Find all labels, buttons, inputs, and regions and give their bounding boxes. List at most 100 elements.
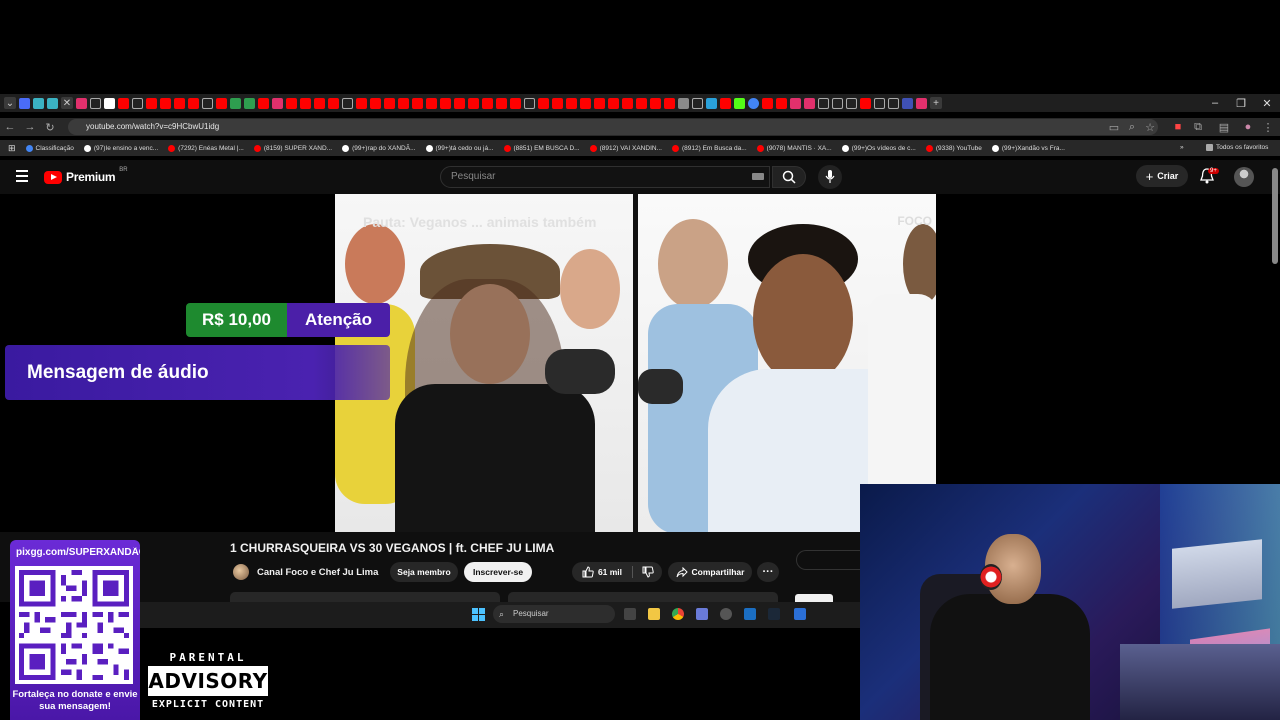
task-view-icon[interactable] — [624, 608, 636, 620]
channel-name[interactable]: Canal Foco e Chef Ju Lima — [257, 567, 378, 578]
video-player[interactable]: Pauta: Veganos ... animais também FOCO — [335, 194, 936, 532]
bookmark-item[interactable]: (9338) YouTube — [925, 144, 982, 152]
tab-favicon[interactable] — [706, 97, 717, 109]
bookmark-item[interactable]: (7292) Enéas Metal |... — [168, 144, 244, 152]
tab-favicon[interactable] — [216, 97, 227, 109]
channel-avatar[interactable] — [233, 564, 249, 580]
tab-favicon[interactable] — [454, 97, 465, 109]
voice-search-button[interactable] — [818, 165, 842, 189]
url-field[interactable]: youtube.com/watch?v=c9HCbwU1idg — [68, 119, 1158, 135]
tab-favicon[interactable] — [860, 97, 871, 109]
dislike-button[interactable] — [633, 562, 662, 582]
tab-favicon[interactable] — [356, 97, 367, 109]
share-button[interactable]: Compartilhar — [668, 562, 752, 582]
tab-favicon[interactable] — [104, 97, 115, 109]
tab-favicon[interactable] — [19, 97, 30, 109]
tab-favicon[interactable] — [566, 97, 577, 109]
sidebar-icon[interactable]: ▤ — [1214, 121, 1234, 134]
app-icon[interactable] — [696, 608, 708, 620]
tab-favicon[interactable] — [286, 97, 297, 109]
obs-icon[interactable] — [720, 608, 732, 620]
extensions-puzzle-icon[interactable]: ⧉ — [1188, 121, 1208, 134]
tab-favicon[interactable] — [888, 97, 899, 109]
tab-favicon[interactable] — [762, 97, 773, 109]
back-icon[interactable]: ← — [0, 121, 20, 133]
tab-favicon[interactable] — [370, 97, 381, 109]
tab-favicon[interactable] — [76, 97, 87, 109]
tab-favicon[interactable] — [664, 97, 675, 109]
tab-list-icon[interactable]: ⌄ — [4, 97, 16, 109]
bookmark-item[interactable]: (8912) VAI XANDIN... — [589, 144, 662, 152]
tab-favicon[interactable] — [720, 97, 731, 109]
windows-start-icon[interactable] — [472, 608, 485, 621]
tab-close-icon[interactable]: ✕ — [61, 97, 73, 109]
tab-favicon[interactable] — [538, 97, 549, 109]
new-tab-icon[interactable]: + — [930, 97, 942, 109]
bookmark-star-icon[interactable]: ☆ — [1140, 121, 1160, 134]
tab-favicon[interactable] — [47, 97, 58, 109]
tab-favicon[interactable] — [118, 97, 129, 109]
tab-favicon[interactable] — [440, 97, 451, 109]
steam-icon[interactable] — [768, 608, 780, 620]
tab-favicon[interactable] — [244, 97, 255, 109]
bookmark-item[interactable]: Classificação — [25, 144, 74, 152]
tab-favicon[interactable] — [496, 97, 507, 109]
tab-favicon[interactable] — [384, 97, 395, 109]
tab-favicon[interactable] — [33, 97, 44, 109]
tab-favicon[interactable] — [692, 97, 703, 109]
tab-favicon[interactable] — [874, 97, 885, 109]
tab-favicon[interactable] — [846, 97, 857, 109]
cast-icon[interactable]: ▭ — [1104, 121, 1124, 134]
tab-favicon[interactable] — [342, 97, 353, 109]
tab-favicon[interactable] — [314, 97, 325, 109]
tab-favicon[interactable] — [510, 97, 521, 109]
zoom-icon[interactable]: ⌕ — [1122, 121, 1142, 134]
tab-favicon[interactable] — [202, 97, 213, 109]
bookmarks-overflow-icon[interactable]: » — [1180, 144, 1184, 151]
menu-hamburger-icon[interactable] — [16, 170, 28, 184]
tab-favicon[interactable] — [678, 97, 689, 109]
profile-icon[interactable]: ● — [1238, 121, 1258, 133]
all-bookmarks-folder[interactable]: Todos os favoritos — [1206, 144, 1268, 151]
tab-favicon[interactable] — [468, 97, 479, 109]
forward-icon[interactable]: → — [20, 121, 40, 133]
tab-favicon[interactable] — [188, 97, 199, 109]
restore-icon[interactable]: ❐ — [1228, 94, 1254, 112]
like-button[interactable]: 61 mil — [572, 562, 632, 582]
tab-favicon[interactable] — [594, 97, 605, 109]
bookmark-item[interactable]: (8912) Em Busca da... — [671, 144, 747, 152]
minimize-icon[interactable]: – — [1202, 94, 1228, 112]
page-scrollbar[interactable] — [1272, 168, 1278, 264]
settings-gear-icon[interactable] — [744, 608, 756, 620]
tab-favicon[interactable] — [636, 97, 647, 109]
youtube-search-input[interactable]: Pesquisar — [440, 166, 770, 188]
more-actions-button[interactable]: ··· — [757, 562, 779, 582]
tab-favicon[interactable] — [748, 97, 759, 109]
tab-favicon[interactable] — [90, 97, 101, 109]
apps-grid-icon[interactable]: ⊞ — [8, 143, 16, 154]
tab-favicon[interactable] — [790, 97, 801, 109]
taskbar-search[interactable]: Pesquisar — [493, 605, 615, 623]
tab-favicon[interactable] — [230, 97, 241, 109]
bookmark-item[interactable]: (99+)Xandão vs Fra... — [991, 144, 1065, 152]
bookmark-item[interactable]: (99+)tá cedo ou já... — [425, 144, 494, 152]
join-button[interactable]: Seja membro — [390, 562, 458, 582]
bookmark-item[interactable]: (99+)Os vídeos de c... — [841, 144, 916, 152]
youtube-search-button[interactable] — [772, 166, 806, 188]
tab-favicon[interactable] — [258, 97, 269, 109]
tab-favicon[interactable] — [328, 97, 339, 109]
tab-favicon[interactable] — [132, 97, 143, 109]
app-icon[interactable] — [794, 608, 806, 620]
youtube-logo[interactable]: Premium BR — [44, 167, 128, 184]
subscribe-button[interactable]: Inscrever-se — [464, 562, 532, 582]
keyboard-icon[interactable] — [752, 173, 764, 180]
tab-favicon[interactable] — [300, 97, 311, 109]
tab-favicon[interactable] — [552, 97, 563, 109]
tab-favicon[interactable] — [622, 97, 633, 109]
tab-favicon[interactable] — [482, 97, 493, 109]
tab-favicon[interactable] — [916, 97, 927, 109]
tab-favicon[interactable] — [734, 97, 745, 109]
tab-favicon[interactable] — [776, 97, 787, 109]
tab-favicon[interactable] — [160, 97, 171, 109]
reload-icon[interactable]: ↻ — [40, 121, 60, 134]
